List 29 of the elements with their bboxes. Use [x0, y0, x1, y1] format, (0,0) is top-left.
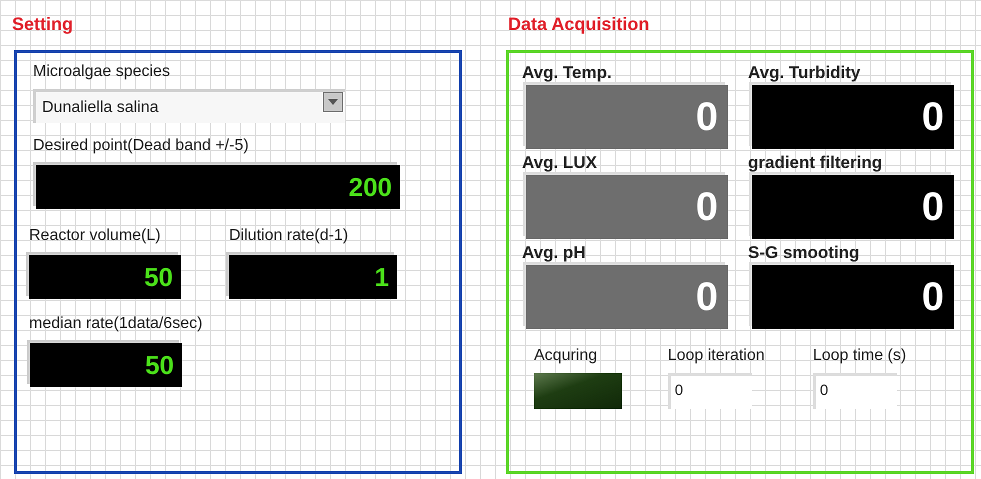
numeric-indicator: 0 [526, 175, 728, 239]
counter-label: Loop time (s) [812, 347, 908, 366]
numeric-indicator: 0 [752, 175, 954, 239]
section-title: Setting [12, 13, 74, 36]
numeric-indicator: 0 [526, 265, 728, 329]
section-title: Data Acquisition [508, 13, 650, 36]
indicator-label: Avg. pH [522, 243, 587, 264]
numeric-control[interactable]: 50 [30, 343, 182, 387]
counter-indicator: 0 [812, 373, 897, 409]
numeric-control[interactable]: 200 [36, 165, 400, 209]
indicator-label: Avg. LUX [522, 153, 598, 174]
numeric-indicator: 0 [752, 265, 954, 329]
led-label: Acquring [534, 347, 598, 366]
field-label: Microalgae species [33, 63, 171, 82]
numeric-indicator: 0 [526, 85, 728, 149]
numeric-control[interactable]: 1 [229, 255, 397, 299]
counter-label: Loop iteration [668, 347, 766, 366]
indicator-label: Avg. Temp. [522, 63, 613, 84]
counter-indicator: 0 [668, 373, 752, 409]
indicator-label: S-G smooting [748, 243, 860, 264]
field-label: median rate(1data/6sec) [29, 315, 204, 334]
indicator-label: Avg. Turbidity [748, 63, 862, 84]
field-label: Desired point(Dead band +/-5) [33, 137, 250, 156]
numeric-indicator: 0 [752, 85, 954, 149]
field-label: Reactor volume(L) [29, 227, 162, 246]
species-dropdown[interactable]: Dunaliella salina [33, 89, 345, 123]
field-label: Dilution rate(d-1) [229, 227, 350, 246]
numeric-control[interactable]: 50 [29, 255, 181, 299]
indicator-label: gradient filtering [748, 153, 884, 174]
